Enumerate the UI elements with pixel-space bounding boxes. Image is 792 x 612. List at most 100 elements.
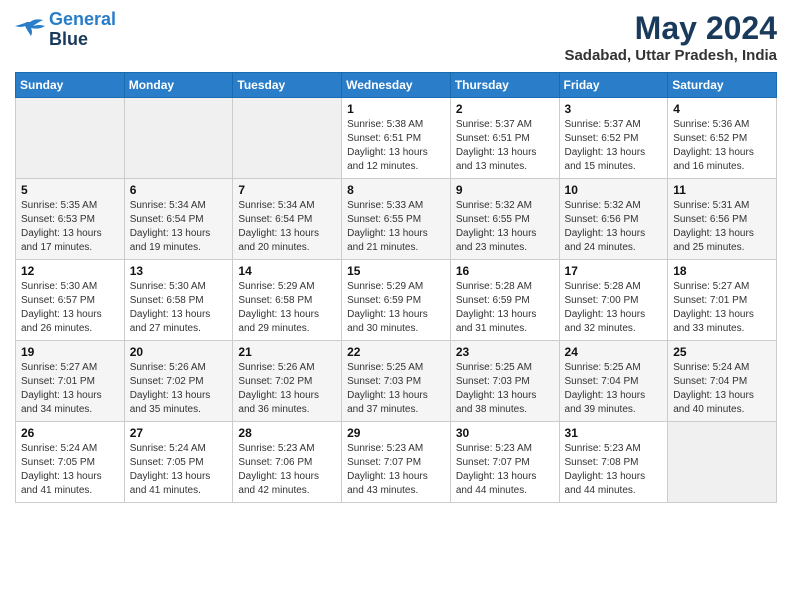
month-year-title: May 2024	[564, 10, 777, 47]
calendar-cell: 14Sunrise: 5:29 AM Sunset: 6:58 PM Dayli…	[233, 260, 342, 341]
cell-info: Sunrise: 5:27 AM Sunset: 7:01 PM Dayligh…	[21, 361, 119, 417]
col-header-saturday: Saturday	[668, 73, 777, 98]
day-number: 21	[238, 345, 336, 359]
day-number: 19	[21, 345, 119, 359]
calendar-cell: 25 Sunrise: 5:24 AM Sunset: 7:04 PM Dayli…	[668, 341, 777, 422]
week-row-4: 19 Sunrise: 5:27 AM Sunset: 7:01 PM Dayli…	[16, 341, 777, 422]
calendar-cell: 24 Sunrise: 5:25 AM Sunset: 7:04 PM Dayli…	[559, 341, 668, 422]
cell-info: Sunrise: 5:37 AM Sunset: 6:52 PM Dayligh…	[565, 118, 663, 174]
calendar-cell: 17 Sunrise: 5:28 AM Sunset: 7:00 PM Dayli…	[559, 260, 668, 341]
day-number: 18	[673, 264, 771, 278]
day-number: 30	[456, 426, 554, 440]
day-number: 25	[673, 345, 771, 359]
cell-info: Sunrise: 5:23 AM Sunset: 7:07 PM Dayligh…	[347, 442, 445, 498]
cell-info: Sunrise: 5:36 AM Sunset: 6:52 PM Dayligh…	[673, 118, 771, 174]
day-number: 13	[130, 264, 228, 278]
day-number: 22	[347, 345, 445, 359]
day-number: 1	[347, 102, 445, 116]
cell-info: Sunrise: 5:24 AM Sunset: 7:05 PM Dayligh…	[21, 442, 119, 498]
day-number: 12	[21, 264, 119, 278]
cell-info: Sunrise: 5:23 AM Sunset: 7:07 PM Dayligh…	[456, 442, 554, 498]
day-number: 17	[565, 264, 663, 278]
day-number: 23	[456, 345, 554, 359]
day-number: 16	[456, 264, 554, 278]
calendar-cell: 4 Sunrise: 5:36 AM Sunset: 6:52 PM Daylig…	[668, 98, 777, 179]
day-number: 5	[21, 183, 119, 197]
week-row-2: 5 Sunrise: 5:35 AM Sunset: 6:53 PM Daylig…	[16, 179, 777, 260]
cell-info: Sunrise: 5:25 AM Sunset: 7:03 PM Dayligh…	[347, 361, 445, 417]
calendar-cell: 19 Sunrise: 5:27 AM Sunset: 7:01 PM Dayli…	[16, 341, 125, 422]
day-number: 3	[565, 102, 663, 116]
calendar-cell: 31Sunrise: 5:23 AM Sunset: 7:08 PM Dayli…	[559, 422, 668, 503]
day-number: 26	[21, 426, 119, 440]
day-number: 15	[347, 264, 445, 278]
page-header: GeneralBlue May 2024 Sadabad, Uttar Prad…	[15, 10, 777, 64]
cell-info: Sunrise: 5:26 AM Sunset: 7:02 PM Dayligh…	[238, 361, 336, 417]
logo: GeneralBlue	[15, 10, 116, 50]
cell-info: Sunrise: 5:26 AM Sunset: 7:02 PM Dayligh…	[130, 361, 228, 417]
calendar-cell	[668, 422, 777, 503]
cell-info: Sunrise: 5:25 AM Sunset: 7:04 PM Dayligh…	[565, 361, 663, 417]
calendar-cell: 3 Sunrise: 5:37 AM Sunset: 6:52 PM Daylig…	[559, 98, 668, 179]
cell-info: Sunrise: 5:23 AM Sunset: 7:06 PM Dayligh…	[238, 442, 336, 498]
calendar-header-row: SundayMondayTuesdayWednesdayThursdayFrid…	[16, 73, 777, 98]
day-number: 24	[565, 345, 663, 359]
calendar-cell: 13 Sunrise: 5:30 AM Sunset: 6:58 PM Dayli…	[124, 260, 233, 341]
cell-info: Sunrise: 5:35 AM Sunset: 6:53 PM Dayligh…	[21, 199, 119, 255]
cell-info: Sunrise: 5:30 AM Sunset: 6:57 PM Dayligh…	[21, 280, 119, 336]
day-number: 31	[565, 426, 663, 440]
week-row-5: 26 Sunrise: 5:24 AM Sunset: 7:05 PM Dayli…	[16, 422, 777, 503]
day-number: 29	[347, 426, 445, 440]
col-header-thursday: Thursday	[450, 73, 559, 98]
cell-info: Sunrise: 5:31 AM Sunset: 6:56 PM Dayligh…	[673, 199, 771, 255]
day-number: 9	[456, 183, 554, 197]
calendar-cell: 15 Sunrise: 5:29 AM Sunset: 6:59 PM Dayli…	[342, 260, 451, 341]
day-number: 27	[130, 426, 228, 440]
calendar-cell: 10Sunrise: 5:32 AM Sunset: 6:56 PM Dayli…	[559, 179, 668, 260]
col-header-sunday: Sunday	[16, 73, 125, 98]
calendar-cell: 28 Sunrise: 5:23 AM Sunset: 7:06 PM Dayli…	[233, 422, 342, 503]
logo-text: GeneralBlue	[49, 10, 116, 50]
calendar-cell: 2Sunrise: 5:37 AM Sunset: 6:51 PM Daylig…	[450, 98, 559, 179]
calendar-cell: 7Sunrise: 5:34 AM Sunset: 6:54 PM Daylig…	[233, 179, 342, 260]
calendar-cell: 16 Sunrise: 5:28 AM Sunset: 6:59 PM Dayli…	[450, 260, 559, 341]
calendar-cell: 1Sunrise: 5:38 AM Sunset: 6:51 PM Daylig…	[342, 98, 451, 179]
calendar-cell: 11 Sunrise: 5:31 AM Sunset: 6:56 PM Dayli…	[668, 179, 777, 260]
cell-info: Sunrise: 5:32 AM Sunset: 6:55 PM Dayligh…	[456, 199, 554, 255]
day-number: 8	[347, 183, 445, 197]
cell-info: Sunrise: 5:30 AM Sunset: 6:58 PM Dayligh…	[130, 280, 228, 336]
calendar-cell: 21 Sunrise: 5:26 AM Sunset: 7:02 PM Dayli…	[233, 341, 342, 422]
location-subtitle: Sadabad, Uttar Pradesh, India	[564, 47, 777, 64]
cell-info: Sunrise: 5:28 AM Sunset: 6:59 PM Dayligh…	[456, 280, 554, 336]
week-row-3: 12 Sunrise: 5:30 AM Sunset: 6:57 PM Dayli…	[16, 260, 777, 341]
day-number: 14	[238, 264, 336, 278]
cell-info: Sunrise: 5:34 AM Sunset: 6:54 PM Dayligh…	[130, 199, 228, 255]
cell-info: Sunrise: 5:29 AM Sunset: 6:59 PM Dayligh…	[347, 280, 445, 336]
calendar-cell: 29 Sunrise: 5:23 AM Sunset: 7:07 PM Dayli…	[342, 422, 451, 503]
day-number: 7	[238, 183, 336, 197]
day-number: 4	[673, 102, 771, 116]
calendar-cell: 22 Sunrise: 5:25 AM Sunset: 7:03 PM Dayli…	[342, 341, 451, 422]
cell-info: Sunrise: 5:25 AM Sunset: 7:03 PM Dayligh…	[456, 361, 554, 417]
col-header-wednesday: Wednesday	[342, 73, 451, 98]
cell-info: Sunrise: 5:33 AM Sunset: 6:55 PM Dayligh…	[347, 199, 445, 255]
calendar-cell: 18 Sunrise: 5:27 AM Sunset: 7:01 PM Dayli…	[668, 260, 777, 341]
cell-info: Sunrise: 5:24 AM Sunset: 7:05 PM Dayligh…	[130, 442, 228, 498]
calendar-cell: 5 Sunrise: 5:35 AM Sunset: 6:53 PM Daylig…	[16, 179, 125, 260]
calendar-cell: 8 Sunrise: 5:33 AM Sunset: 6:55 PM Daylig…	[342, 179, 451, 260]
calendar-cell: 9 Sunrise: 5:32 AM Sunset: 6:55 PM Daylig…	[450, 179, 559, 260]
day-number: 10	[565, 183, 663, 197]
calendar-table: SundayMondayTuesdayWednesdayThursdayFrid…	[15, 72, 777, 503]
calendar-cell	[124, 98, 233, 179]
cell-info: Sunrise: 5:27 AM Sunset: 7:01 PM Dayligh…	[673, 280, 771, 336]
calendar-cell	[16, 98, 125, 179]
calendar-cell: 20Sunrise: 5:26 AM Sunset: 7:02 PM Dayli…	[124, 341, 233, 422]
calendar-cell: 26 Sunrise: 5:24 AM Sunset: 7:05 PM Dayli…	[16, 422, 125, 503]
col-header-friday: Friday	[559, 73, 668, 98]
cell-info: Sunrise: 5:24 AM Sunset: 7:04 PM Dayligh…	[673, 361, 771, 417]
title-block: May 2024 Sadabad, Uttar Pradesh, India	[564, 10, 777, 64]
day-number: 11	[673, 183, 771, 197]
calendar-cell: 12 Sunrise: 5:30 AM Sunset: 6:57 PM Dayli…	[16, 260, 125, 341]
cell-info: Sunrise: 5:28 AM Sunset: 7:00 PM Dayligh…	[565, 280, 663, 336]
day-number: 28	[238, 426, 336, 440]
